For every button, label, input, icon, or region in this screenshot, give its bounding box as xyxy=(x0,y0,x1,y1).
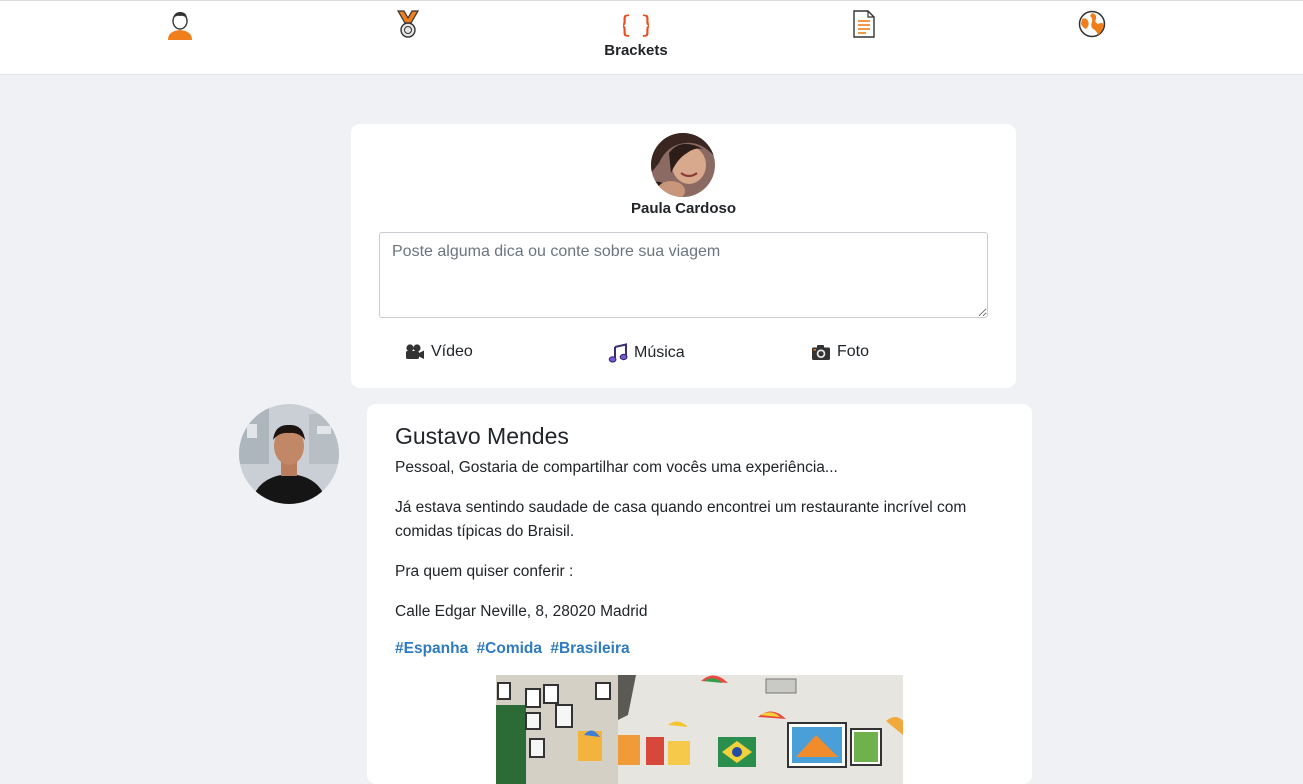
nav-documents[interactable] xyxy=(804,9,924,39)
add-photo-button[interactable]: Foto xyxy=(811,343,869,361)
medal-icon xyxy=(396,10,420,38)
post-card: Gustavo Mendes Pessoal, Gostaria de comp… xyxy=(367,404,1032,784)
post-paragraph: Já estava sentindo saudade de casa quand… xyxy=(395,499,967,540)
nav-world[interactable] xyxy=(1032,9,1152,39)
add-video-button[interactable]: Vídeo xyxy=(405,343,473,361)
video-label: Vídeo xyxy=(431,343,473,360)
post-text-input[interactable] xyxy=(379,232,988,318)
globe-icon xyxy=(1078,10,1106,38)
post-author-name[interactable]: Gustavo Mendes xyxy=(395,423,569,450)
profile-photo xyxy=(651,133,715,197)
post-paragraph: Calle Edgar Neville, 8, 28020 Madrid xyxy=(395,603,648,620)
restaurant-photo xyxy=(496,675,903,784)
post-composer: Paula Cardoso Vídeo Música Foto xyxy=(351,124,1016,388)
music-note-icon xyxy=(608,343,628,363)
photo-camera-icon xyxy=(812,344,830,360)
nav-medals[interactable] xyxy=(348,9,468,39)
top-navigation: { } Brackets xyxy=(0,0,1303,75)
post-image[interactable] xyxy=(496,675,903,784)
hashtag-espanha[interactable]: #Espanha xyxy=(395,640,468,657)
music-label: Música xyxy=(634,344,685,361)
brackets-icon: { } xyxy=(623,11,649,39)
hashtag-list: #Espanha #Comida #Brasileira xyxy=(395,640,634,658)
post-paragraph: Pessoal, Gostaria de compartilhar com vo… xyxy=(395,459,838,476)
photo-label: Foto xyxy=(837,343,870,360)
hashtag-brasileira[interactable]: #Brasileira xyxy=(550,640,629,657)
composer-user-name: Paula Cardoso xyxy=(630,200,737,217)
document-icon xyxy=(853,10,875,38)
user-icon xyxy=(168,12,192,40)
hashtag-comida[interactable]: #Comida xyxy=(477,640,542,657)
author-photo xyxy=(239,404,339,504)
svg-text:{ }: { } xyxy=(623,11,649,39)
avatar[interactable] xyxy=(651,133,715,197)
nav-profile[interactable] xyxy=(120,9,240,41)
nav-label-brackets: Brackets xyxy=(604,42,668,59)
post-paragraph: Pra quem quiser conferir : xyxy=(395,563,574,580)
post-author-avatar[interactable] xyxy=(239,404,339,504)
nav-brackets[interactable]: { } Brackets xyxy=(576,9,696,59)
add-music-button[interactable]: Música xyxy=(608,343,685,363)
video-camera-icon xyxy=(406,344,424,359)
